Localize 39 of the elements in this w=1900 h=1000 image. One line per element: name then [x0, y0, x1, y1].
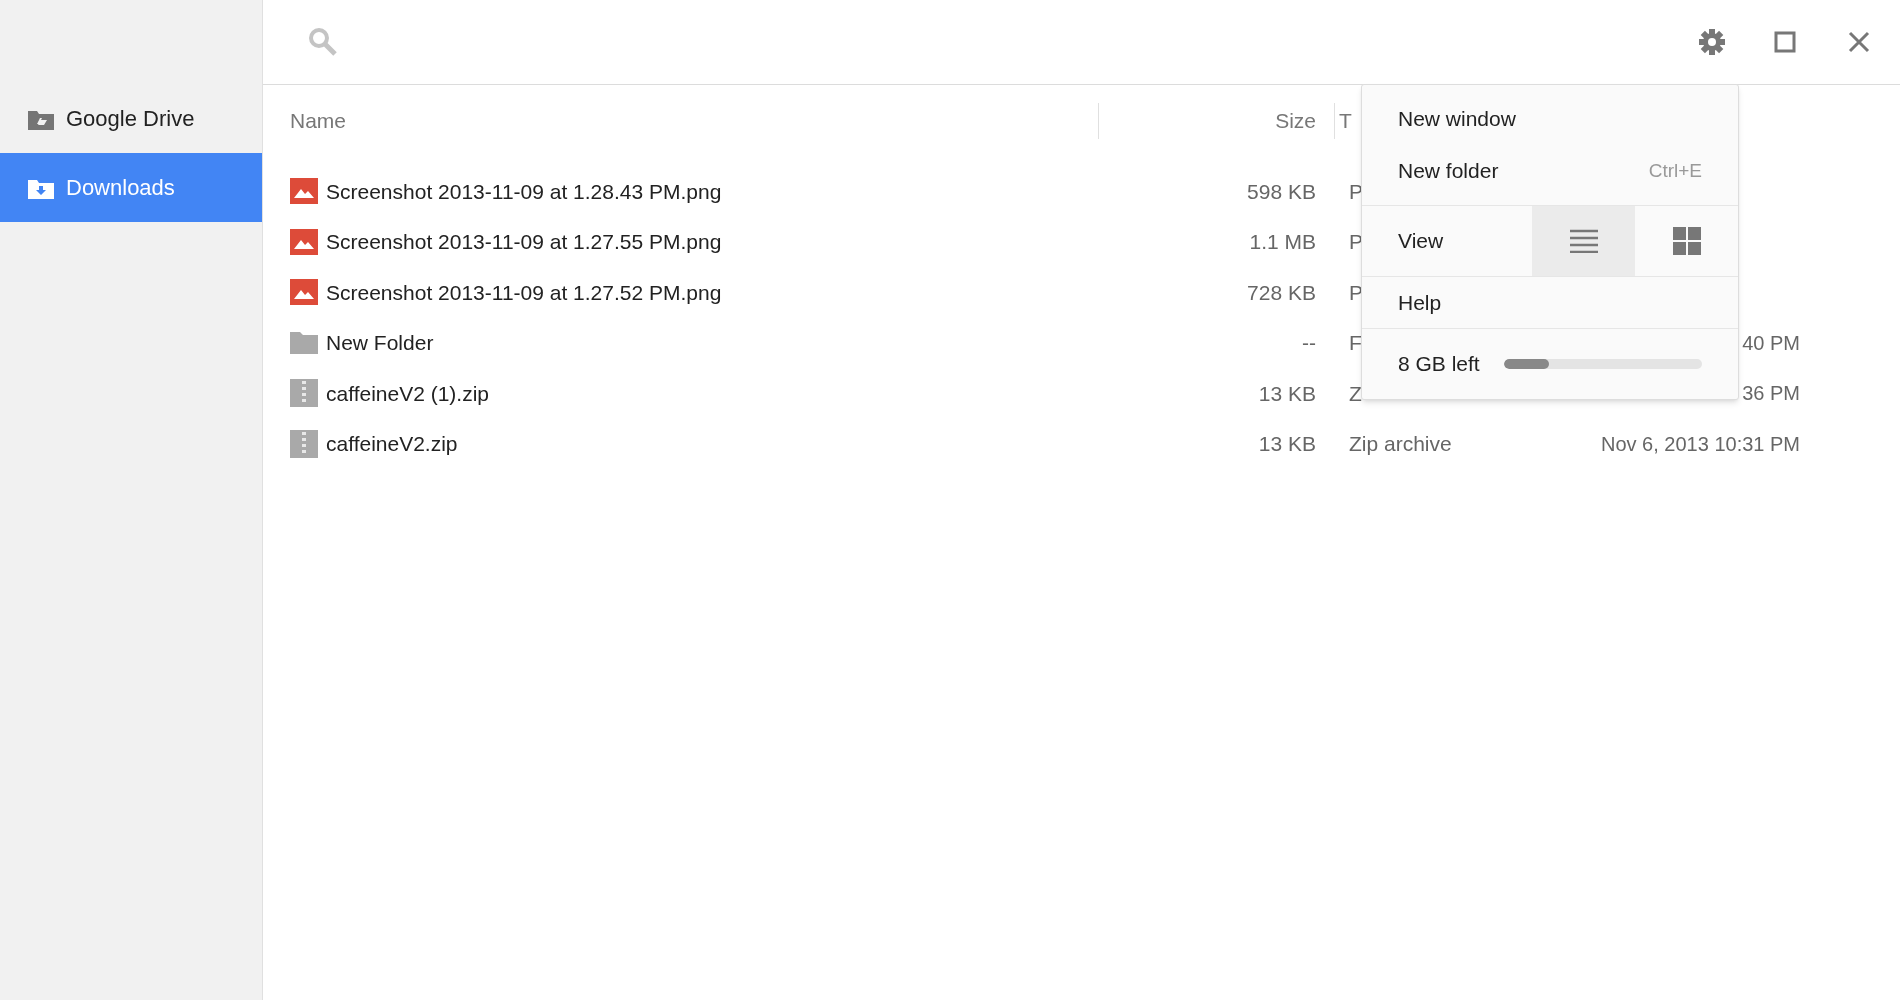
storage-label: 8 GB left	[1398, 351, 1480, 378]
image-file-icon	[290, 279, 318, 306]
image-file-icon	[290, 228, 318, 255]
maximize-icon[interactable]	[1774, 31, 1796, 53]
file-type: F	[1349, 330, 1362, 356]
file-date: 40 PM	[1742, 330, 1800, 356]
list-view-button[interactable]	[1532, 206, 1635, 276]
zip-file-icon	[290, 379, 318, 408]
file-name[interactable]: caffeineV2.zip	[326, 428, 458, 460]
file-size: 728 KB	[1246, 279, 1316, 306]
sidebar-item[interactable]: Downloads	[0, 153, 262, 222]
file-name[interactable]: Screenshot 2013-11-09 at 1.27.52 PM.png	[326, 276, 722, 308]
menu-item[interactable]: New window	[1362, 93, 1738, 145]
file-type: Z	[1349, 380, 1362, 407]
file-date: Nov 6, 2013 10:31 PM	[1601, 431, 1800, 457]
menu-item[interactable]: New folder Ctrl+E	[1362, 145, 1738, 197]
close-icon[interactable]	[1848, 31, 1870, 53]
zip-file-icon	[290, 429, 318, 458]
grid-icon	[1672, 227, 1701, 255]
file-name[interactable]: Screenshot 2013-11-09 at 1.27.55 PM.png	[326, 226, 722, 258]
list-icon	[1569, 229, 1598, 253]
column-header[interactable]: Size	[1099, 105, 1316, 137]
column-header[interactable]: Name	[290, 105, 1098, 137]
file-name[interactable]: New Folder	[326, 327, 434, 359]
file-size: 13 KB	[1257, 380, 1316, 407]
file-type: Zip archive	[1349, 431, 1452, 457]
file-name[interactable]: Screenshot 2013-11-09 at 1.28.43 PM.png	[326, 175, 722, 207]
folder-icon	[290, 331, 318, 354]
sidebar-item[interactable]: Google Drive	[0, 84, 262, 153]
shortcut-hint: Ctrl+E	[1648, 158, 1702, 183]
file-size: 598 KB	[1246, 178, 1316, 205]
menu-label: View	[1397, 228, 1445, 255]
file-size: 1.1 MB	[1248, 229, 1316, 255]
file-size: --	[1301, 330, 1316, 356]
image-file-icon	[290, 178, 318, 205]
column-header[interactable]: T	[1339, 105, 1352, 137]
file-name[interactable]: caffeineV2 (1).zip	[326, 377, 490, 409]
file-date: 36 PM	[1742, 381, 1800, 407]
file-size: 13 KB	[1257, 431, 1316, 457]
